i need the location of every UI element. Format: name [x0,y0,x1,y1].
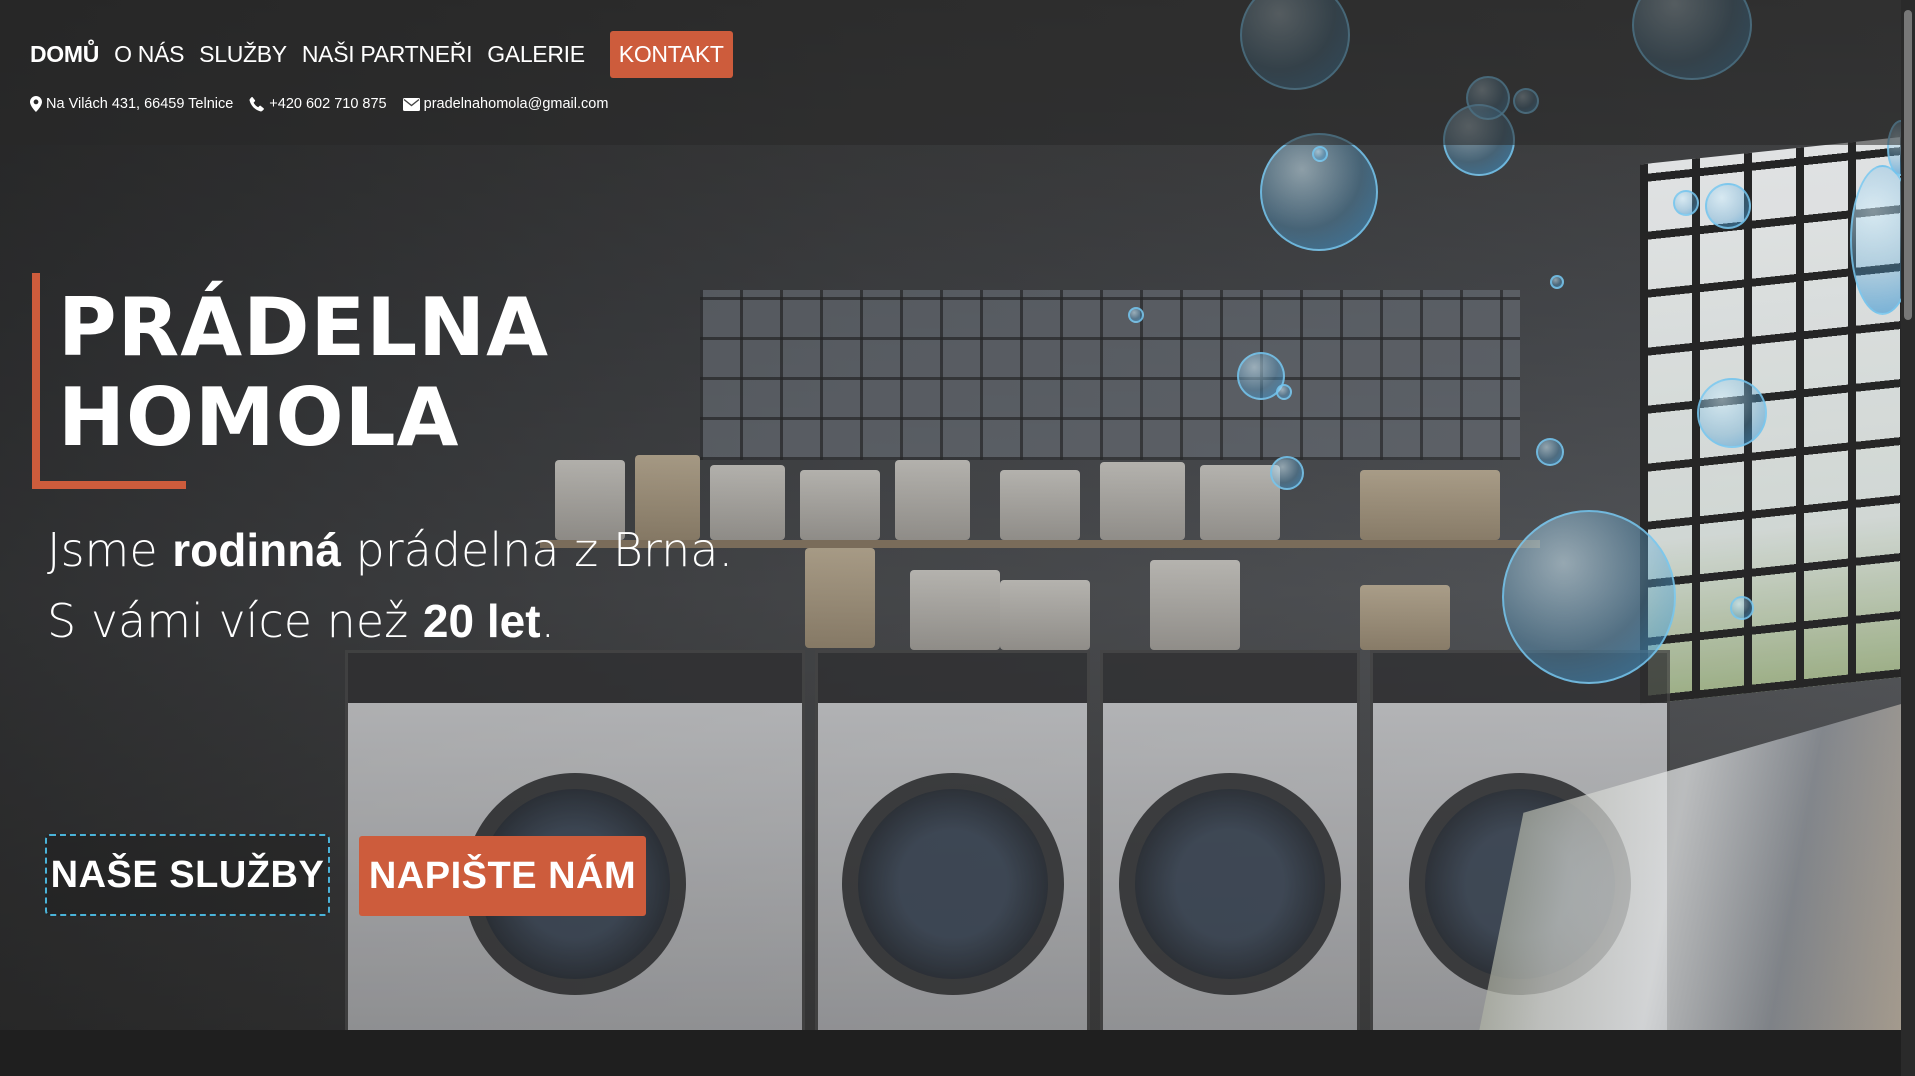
nav-item-services[interactable]: SLUŽBY [199,41,287,68]
bubble [1673,190,1699,216]
write-us-button[interactable]: NAPIŠTE NÁM [359,836,646,916]
bubble [1270,456,1304,490]
tagline-text: . [540,594,556,648]
contact-phone[interactable]: +420 602 710 875 [249,96,387,112]
bubble [1536,438,1564,466]
contact-email[interactable]: pradelnahomola@gmail.com [402,96,609,112]
towel-stack [1000,580,1090,650]
towel-stack [805,548,875,648]
towel-stack [1100,462,1185,540]
towel-stack [895,460,970,540]
scrollbar-thumb[interactable] [1904,10,1912,320]
tagline-text: prádelna z Brna. [340,523,734,577]
nav-contact-button[interactable]: KONTAKT [609,31,733,78]
washer-panel [348,653,802,703]
washer-door [841,773,1064,995]
washer-panel [818,653,1087,703]
nav-item-gallery[interactable]: GALERIE [487,41,585,68]
towel-stack [910,570,1000,650]
floor [0,1030,1915,1076]
tagline-bold: 20 let [422,595,541,647]
nav-item-partners[interactable]: NAŠI PARTNEŘI [302,41,473,68]
phone-icon [249,96,265,112]
hero-title-line2: HOMOLA [58,371,460,464]
bubble [1276,384,1292,400]
towel-stack [1200,465,1280,540]
towel-stack [1360,470,1500,540]
page-scrollbar[interactable] [1901,0,1915,1076]
contact-phone-text: +420 602 710 875 [269,96,387,112]
tagline-bold: rodinná [172,524,341,576]
washer-door [1119,773,1341,995]
hero-title-line1: PRÁDELNA [58,281,550,374]
towel-stack [1000,470,1080,540]
hero-title: PRÁDELNA HOMOLA [58,283,549,463]
main-nav: DOMŮ O NÁS SLUŽBY NAŠI PARTNEŘI GALERIE … [30,31,733,78]
nav-item-about[interactable]: O NÁS [114,41,184,68]
our-services-button[interactable]: NAŠE SLUŽBY [45,834,330,916]
bubble [1697,378,1767,448]
towel-stack [1360,585,1450,650]
bubble [1502,510,1676,684]
bubble [1128,307,1144,323]
tagline-line2: S vámi více než 20 let. [47,586,733,657]
tagline-line1: Jsme rodinná prádelna z Brna. [47,515,733,586]
contact-bar: Na Vilách 431, 66459 Telnice +420 602 71… [30,96,624,112]
contact-email-text: pradelnahomola@gmail.com [423,96,609,112]
tagline-text: Jsme [47,523,173,577]
site-header: DOMŮ O NÁS SLUŽBY NAŠI PARTNEŘI GALERIE … [0,0,1915,145]
nav-item-home[interactable]: DOMŮ [30,41,99,68]
contact-address-text: Na Vilách 431, 66459 Telnice [46,96,234,112]
contact-address: Na Vilách 431, 66459 Telnice [30,96,233,112]
bubble [1705,183,1751,229]
page: DOMŮ O NÁS SLUŽBY NAŠI PARTNEŘI GALERIE … [0,0,1915,1076]
map-marker-icon [30,96,42,112]
bubble [1550,275,1564,289]
title-accent-line [32,481,186,489]
bubble [1730,596,1754,620]
towel-stack [800,470,880,540]
hero-title-block: PRÁDELNA HOMOLA [32,273,549,489]
envelope-icon [402,97,420,111]
washing-machine [815,650,1090,1040]
washing-machine [1100,650,1360,1040]
background-wall-grid [700,290,1520,460]
bubble [1312,146,1328,162]
tagline-text: S vámi více než [47,594,423,648]
washer-panel [1103,653,1357,703]
hero-tagline: Jsme rodinná prádelna z Brna. S vámi víc… [47,515,733,657]
towel-stack [1150,560,1240,650]
